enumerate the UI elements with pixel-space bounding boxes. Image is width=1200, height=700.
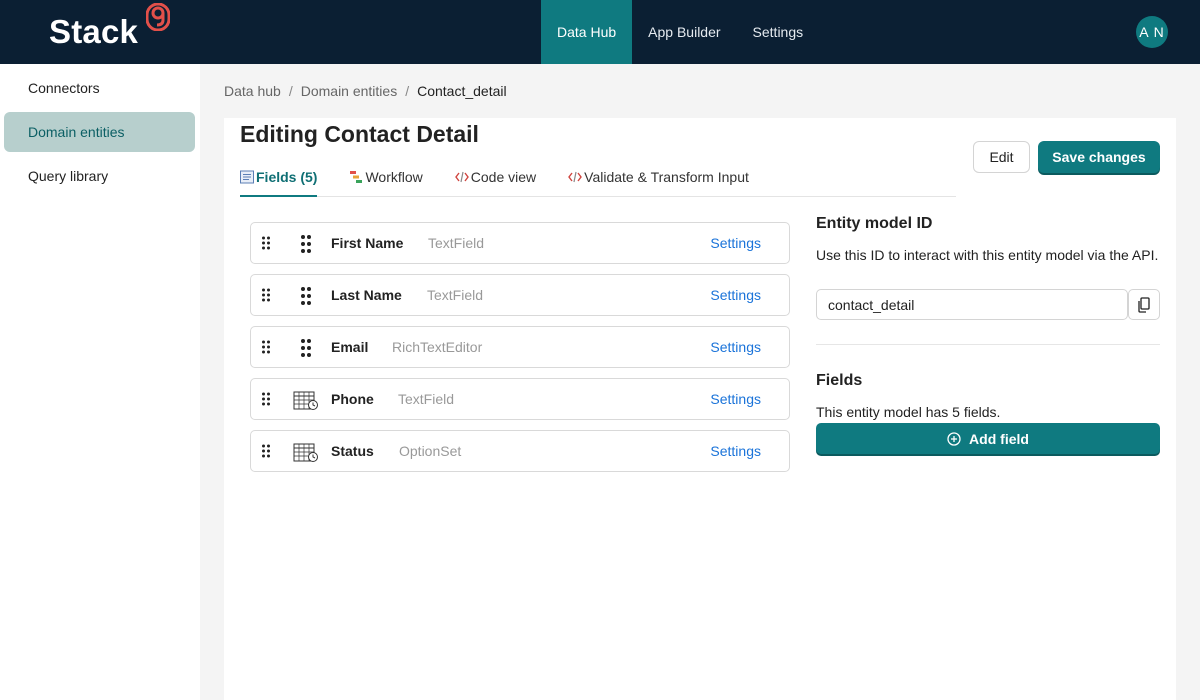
drag-handle-icon[interactable] [261, 288, 271, 302]
field-settings-link[interactable]: Settings [710, 287, 761, 303]
section-divider [816, 344, 1160, 345]
field-row[interactable]: Last Name TextField Settings [250, 274, 790, 316]
fields-count-text: This entity model has 5 fields. [816, 404, 1001, 420]
field-name: Phone [331, 391, 374, 407]
breadcrumb-data-hub[interactable]: Data hub [224, 83, 281, 99]
page-title: Editing Contact Detail [240, 121, 479, 147]
field-name: Email [331, 339, 369, 355]
field-settings-link[interactable]: Settings [710, 443, 761, 459]
field-row[interactable]: First Name TextField Settings [250, 222, 790, 264]
drag-handle-icon[interactable] [261, 236, 271, 250]
top-nav: Data Hub App Builder Settings [541, 0, 819, 64]
tab-code-view[interactable]: Code view [454, 157, 537, 196]
copy-icon [1138, 296, 1150, 313]
field-type: RichTextEditor [392, 339, 483, 355]
field-settings-link[interactable]: Settings [710, 391, 761, 407]
user-avatar[interactable]: A N [1136, 16, 1168, 48]
code-icon [454, 171, 469, 182]
drag-dots-icon [301, 287, 311, 305]
tab-fields-label: Fields (5) [256, 168, 318, 185]
top-navigation-bar: Stack Data Hub App Builder Settings A N [0, 0, 1200, 64]
field-row[interactable]: Email RichTextEditor Settings [250, 326, 790, 368]
tab-bar: Fields (5) Workflow Code view Validate &… [240, 157, 956, 197]
tab-code-view-label: Code view [470, 168, 537, 185]
field-row[interactable]: Status OptionSet Settings [250, 430, 790, 472]
tab-workflow[interactable]: Workflow [349, 157, 423, 196]
field-row[interactable]: Phone TextField Settings [250, 378, 790, 420]
breadcrumb-separator: / [288, 83, 293, 99]
brand-logo[interactable]: Stack [49, 13, 138, 51]
sidebar-item-query-library[interactable]: Query library [4, 156, 195, 196]
field-settings-link[interactable]: Settings [710, 339, 761, 355]
entity-model-id-heading: Entity model ID [816, 215, 933, 232]
drag-handle-icon[interactable] [261, 444, 271, 458]
breadcrumb: Data hub / Domain entities / Contact_det… [224, 83, 507, 99]
drag-dots-icon [301, 339, 311, 357]
code-icon [568, 171, 583, 182]
tab-workflow-label: Workflow [365, 168, 423, 185]
tab-validate-transform[interactable]: Validate & Transform Input [568, 157, 749, 196]
nav-app-builder[interactable]: App Builder [632, 0, 736, 64]
copy-button[interactable] [1128, 289, 1160, 320]
tab-validate-transform-label: Validate & Transform Input [584, 168, 749, 185]
nav-settings[interactable]: Settings [737, 0, 820, 64]
nav-data-hub[interactable]: Data Hub [541, 0, 633, 64]
brand-badge-icon [146, 3, 170, 31]
entity-model-id-input[interactable] [816, 289, 1128, 320]
sidebar-item-connectors[interactable]: Connectors [4, 68, 195, 108]
add-field-button[interactable]: Add field [816, 423, 1160, 454]
field-name: Last Name [331, 287, 402, 303]
edit-button[interactable]: Edit [973, 141, 1030, 173]
calendar-clock-icon [293, 443, 318, 462]
entity-model-id-description: Use this ID to interact with this entity… [816, 247, 1159, 263]
field-type: OptionSet [399, 443, 462, 459]
breadcrumb-separator: / [405, 83, 410, 99]
field-settings-link[interactable]: Settings [710, 235, 761, 251]
sidebar: Connectors Domain entities Query library [0, 64, 200, 700]
field-type: TextField [427, 287, 484, 303]
calendar-clock-icon [293, 391, 318, 410]
tab-fields[interactable]: Fields (5) [240, 157, 318, 197]
drag-handle-icon[interactable] [261, 392, 271, 406]
field-name: Status [331, 443, 374, 459]
list-icon [240, 170, 254, 183]
sidebar-item-domain-entities[interactable]: Domain entities [4, 112, 195, 152]
plus-circle-icon [947, 431, 961, 446]
save-changes-button[interactable]: Save changes [1038, 141, 1160, 173]
field-name: First Name [331, 235, 404, 251]
field-type: TextField [398, 391, 455, 407]
breadcrumb-current: Contact_detail [417, 83, 507, 99]
field-type: TextField [428, 235, 485, 251]
drag-dots-icon [301, 235, 311, 253]
add-field-label: Add field [969, 430, 1029, 447]
drag-handle-icon[interactable] [261, 340, 271, 354]
fields-heading: Fields [816, 372, 863, 389]
workflow-icon [350, 170, 363, 183]
breadcrumb-domain-entities[interactable]: Domain entities [301, 83, 398, 99]
